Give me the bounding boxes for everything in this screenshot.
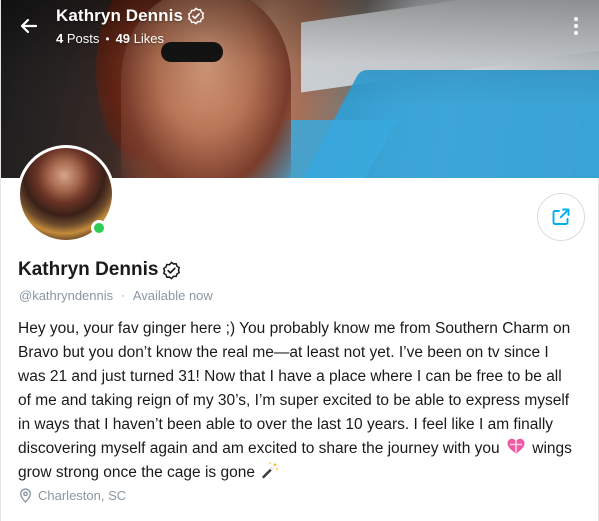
- profile-bio: Hey you, your fav ginger here ;) You pro…: [18, 317, 588, 485]
- bio-text: grow strong once the cage is gone: [18, 464, 255, 481]
- magic-wand-emoji: [262, 462, 279, 479]
- bio-text: wings: [532, 440, 572, 457]
- gift-heart-emoji: [507, 438, 525, 454]
- likes-count: 49: [115, 31, 131, 46]
- bio-line: was 21 and just turned 31! Now that I ha…: [18, 368, 562, 385]
- bio-line: of me and taking reign of my 30’s, I’m s…: [18, 392, 570, 409]
- stats-separator: •: [105, 31, 110, 46]
- verified-badge-icon: [163, 260, 181, 280]
- header-title: Kathryn Dennis: [56, 6, 205, 26]
- availability-status: Available now: [132, 288, 213, 303]
- location-pin-icon: [19, 488, 32, 503]
- header-name: Kathryn Dennis: [56, 6, 184, 25]
- location-text: Charleston, SC: [38, 488, 127, 503]
- profile-display-name: Kathryn Dennis: [18, 259, 159, 280]
- bio-line: Bravo but you don’t know the real me—at …: [18, 344, 549, 361]
- share-icon: [552, 208, 570, 225]
- online-status-dot: [91, 220, 107, 236]
- profile-page: Kathryn Dennis 4 Posts • 49 Likes Kathry…: [0, 0, 599, 521]
- handle-line: @kathryndennis · Available now: [19, 288, 213, 303]
- share-button[interactable]: [537, 193, 585, 241]
- arrow-left-icon: [20, 18, 38, 34]
- bio-line: Hey you, your fav ginger here ;) You pro…: [18, 320, 571, 337]
- header-stats: 4 Posts • 49 Likes: [56, 31, 164, 46]
- profile-name: Kathryn Dennis: [18, 259, 181, 281]
- more-vertical-icon: [574, 17, 578, 35]
- likes-label: Likes: [133, 31, 165, 46]
- profile-handle: @kathryndennis: [19, 288, 114, 303]
- bio-line-with-emoji: discovering myself again and am excited …: [18, 437, 588, 461]
- bio-line-with-emoji: grow strong once the cage is gone: [18, 461, 588, 485]
- location: Charleston, SC: [19, 488, 126, 503]
- back-button[interactable]: [15, 12, 43, 40]
- posts-count: 4: [56, 31, 64, 46]
- handle-separator: ·: [121, 289, 125, 302]
- verified-badge-icon: [187, 7, 205, 25]
- bio-line: in ways that I haven’t been able to over…: [18, 416, 554, 433]
- bio-text: discovering myself again and am excited …: [18, 440, 500, 457]
- more-options-button[interactable]: [564, 12, 588, 40]
- posts-label: Posts: [66, 31, 100, 46]
